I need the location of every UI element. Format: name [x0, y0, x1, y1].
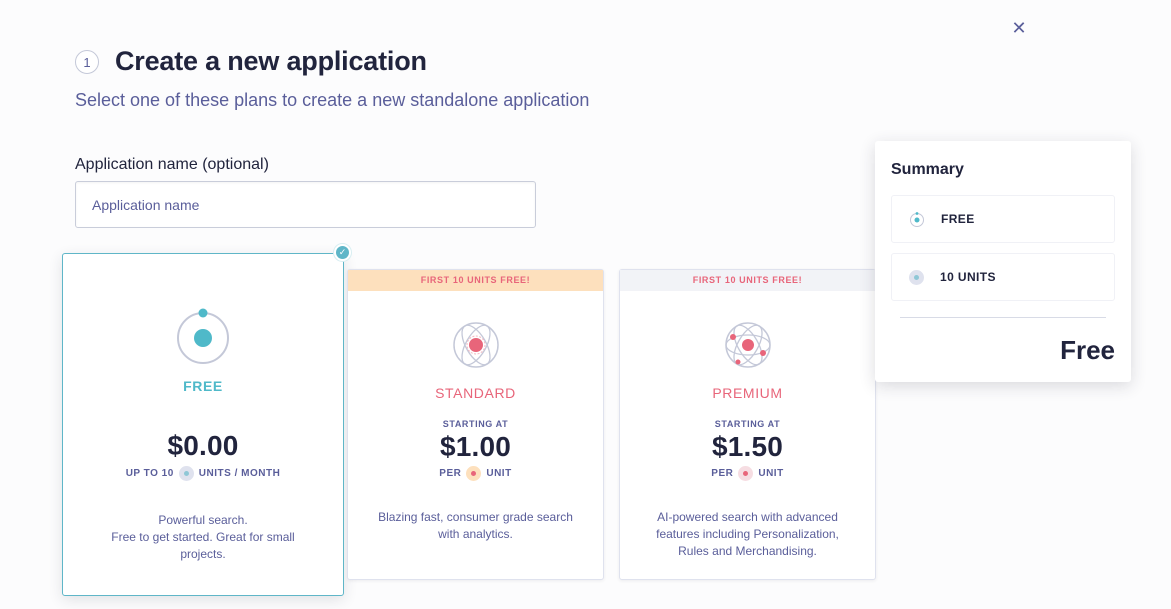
summary-row-label: FREE: [941, 212, 975, 226]
starting-at-label: STARTING AT: [442, 419, 509, 429]
page-title: Create a new application: [115, 46, 427, 76]
plan-card-standard[interactable]: FIRST 10 UNITS FREE! STANDARD STARTING A…: [347, 269, 604, 580]
plan-description-line: Powerful search.: [158, 513, 248, 527]
unit-dot-icon: [466, 466, 482, 481]
step-number: 1: [75, 50, 99, 74]
unit-prefix: PER: [711, 468, 734, 479]
unit-dot-icon: [178, 466, 194, 481]
selected-check-icon: ✓: [334, 244, 351, 261]
app-name-label: Application name (optional): [75, 156, 269, 173]
unit-prefix: PER: [439, 468, 462, 479]
plan-description-line: Free to get started. Great for small: [111, 530, 295, 544]
summary-divider: [900, 317, 1106, 318]
plan-unit-line: PER UNIT: [348, 466, 603, 481]
summary-panel: Summary FREE 10 UNITS Free: [875, 141, 1131, 382]
orbit-single-icon: [910, 212, 924, 227]
summary-title: Summary: [891, 161, 964, 178]
plan-card-premium[interactable]: FIRST 10 UNITS FREE! PREMIUM STARTING AT…: [619, 269, 876, 580]
unit-suffix: UNITS / MONTH: [198, 468, 281, 479]
plan-banner: FIRST 10 UNITS FREE!: [348, 270, 603, 291]
orbit-single-icon: [177, 308, 229, 364]
page-subtitle: Select one of these plans to create a ne…: [75, 90, 590, 110]
plan-description-line: features including Personalization,: [656, 527, 839, 541]
plan-name: PREMIUM: [712, 385, 783, 401]
plan-description: Powerful search. Free to get started. Gr…: [63, 512, 343, 563]
plan-card-free[interactable]: FREE $0.00 UP TO 10 UNITS / MONTH Powerf…: [62, 253, 344, 596]
summary-row-label: 10 UNITS: [940, 270, 996, 284]
plan-description-line: Rules and Merchandising.: [678, 544, 817, 558]
plan-description-line: AI-powered search with advanced: [657, 510, 838, 524]
starting-at-label: STARTING AT: [714, 419, 781, 429]
unit-dot-icon: [909, 269, 924, 285]
atom-icon: [452, 322, 499, 368]
unit-suffix: UNIT: [486, 468, 512, 479]
atom-advanced-icon: [724, 322, 771, 368]
plan-name: STANDARD: [435, 385, 516, 401]
plan-price: $1.50: [711, 431, 784, 462]
unit-prefix: UP TO 10: [125, 468, 174, 479]
close-icon[interactable]: ✕: [1009, 18, 1029, 38]
plan-description-line: Blazing fast, consumer grade search: [378, 510, 573, 524]
plan-banner: FIRST 10 UNITS FREE!: [620, 270, 875, 291]
plan-unit-line: PER UNIT: [620, 466, 875, 481]
unit-suffix: UNIT: [758, 468, 784, 479]
plan-description: AI-powered search with advanced features…: [620, 509, 875, 560]
plan-price: $0.00: [167, 430, 239, 461]
plan-description: Blazing fast, consumer grade search with…: [348, 509, 603, 543]
app-name-input[interactable]: [75, 181, 536, 228]
unit-dot-icon: [738, 466, 754, 481]
create-application-page: ✕ 1 Create a new application Select one …: [0, 0, 1171, 609]
plan-description-line: with analytics.: [438, 527, 513, 541]
summary-total: Free: [1060, 335, 1115, 365]
plan-price: $1.00: [439, 431, 512, 462]
plan-description-line: projects.: [180, 547, 226, 561]
plan-unit-line: UP TO 10 UNITS / MONTH: [63, 466, 343, 481]
summary-row-units: 10 UNITS: [891, 253, 1115, 301]
plan-name: FREE: [183, 378, 223, 394]
summary-row-plan: FREE: [891, 195, 1115, 243]
